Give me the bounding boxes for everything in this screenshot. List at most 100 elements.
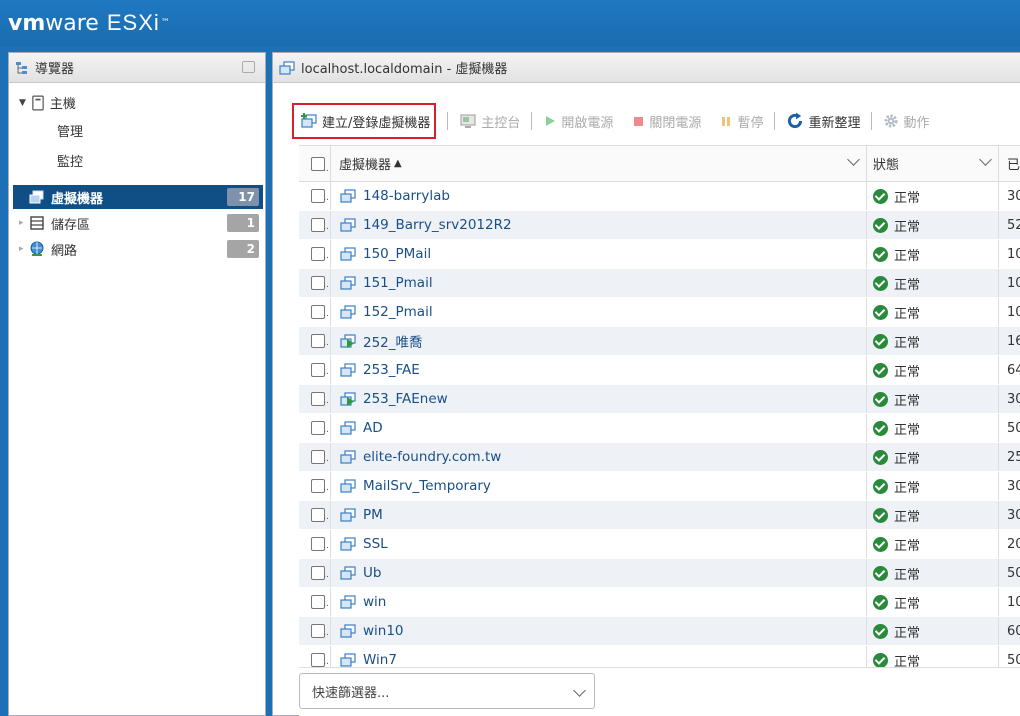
power-on-button[interactable]: 開啟電源 [543, 107, 613, 135]
truncation-dots: .. [323, 193, 329, 203]
table-row[interactable]: .. 253_FAEnew 正常 30 [299, 385, 1020, 414]
toolbar: 建立/登錄虛擬機器 主控台 開啟電源 關閉電源 暫停 重新整理 動作 [291, 103, 1020, 139]
nav-host-label: 主機 [49, 97, 76, 112]
table-row[interactable]: .. 151_Pmail 正常 10 [299, 269, 1020, 298]
table-row[interactable]: .. 149_Barry_srv2012R2 正常 52 [299, 211, 1020, 240]
status-ok-icon [873, 565, 888, 581]
table-row[interactable]: .. 252_唯喬 正常 16 [299, 327, 1020, 356]
vm-name-link[interactable]: 148-barrylab [363, 188, 450, 204]
vm-state-cell: 正常 [867, 211, 999, 239]
expand-triangle-icon[interactable]: ▸ [19, 218, 24, 228]
nav-item-vms[interactable]: 虛擬機器 17 [13, 185, 263, 209]
vm-state-cell: 正常 [867, 269, 999, 297]
truncation-dots: .. [323, 425, 329, 435]
vm-name-link[interactable]: SSL [363, 536, 388, 552]
column-header-vm[interactable]: 虛擬機器 ▲ [331, 146, 867, 181]
refresh-button[interactable]: 重新整理 [786, 107, 860, 135]
vm-used-cell: 50 [999, 414, 1020, 442]
vm-used-value: 30 [1007, 391, 1020, 407]
vm-name-link[interactable]: 150_PMail [363, 246, 431, 262]
table-row[interactable]: .. win 正常 10 [299, 588, 1020, 617]
table-row[interactable]: .. AD 正常 50 [299, 414, 1020, 443]
vm-used-value: 60 [1007, 623, 1020, 639]
table-row[interactable]: .. MailSrv_Temporary 正常 30 [299, 472, 1020, 501]
vm-icon [339, 565, 357, 581]
quick-filter-select[interactable]: 快速篩選器... [299, 673, 595, 709]
vm-used-cell: 20 [999, 530, 1020, 558]
power-off-button[interactable]: 關閉電源 [631, 107, 701, 135]
vm-name-link[interactable]: Ub [363, 565, 381, 581]
console-button[interactable]: 主控台 [459, 107, 520, 135]
create-register-vm-button[interactable]: 建立/登錄虛擬機器 [292, 103, 437, 139]
nav-manage[interactable]: 管理 [57, 121, 83, 140]
vm-name-link[interactable]: 149_Barry_srv2012R2 [363, 217, 512, 233]
vm-name-cell: 148-barrylab [331, 182, 867, 210]
vm-state-label: 正常 [894, 625, 921, 641]
nav-item-storage[interactable]: ▸ 儲存區 1 [13, 211, 263, 235]
table-row[interactable]: .. 253_FAE 正常 64 [299, 356, 1020, 385]
table-row[interactable]: .. SSL 正常 20 [299, 530, 1020, 559]
vm-state-label: 正常 [894, 509, 921, 525]
suspend-button[interactable]: 暫停 [719, 107, 763, 135]
table-row[interactable]: .. Ub 正常 50 [299, 559, 1020, 588]
vm-name-link[interactable]: MailSrv_Temporary [363, 478, 491, 494]
row-checkbox-cell: .. [299, 443, 331, 471]
select-all-cell: .. [299, 146, 331, 181]
status-ok-icon [873, 652, 888, 667]
chevron-down-icon[interactable] [847, 153, 860, 166]
nav-host[interactable]: ▼ 主機 [19, 93, 76, 112]
table-row[interactable]: .. 148-barrylab 正常 30 [299, 182, 1020, 211]
chevron-down-icon [573, 684, 586, 697]
navigator-header: 導覽器 [9, 53, 265, 83]
vm-name-link[interactable]: 152_Pmail [363, 304, 433, 320]
table-row[interactable]: .. PM 正常 30 [299, 501, 1020, 530]
vm-name-link[interactable]: win10 [363, 623, 404, 639]
vm-used-value: 50 [1007, 652, 1020, 668]
nav-item-network[interactable]: ▸ 網路 2 [13, 237, 263, 261]
vm-name-link[interactable]: 252_唯喬 [363, 331, 423, 351]
expand-triangle-icon[interactable]: ▼ [19, 98, 26, 108]
vm-name-cell: win10 [331, 617, 867, 645]
vm-used-cell: 16 [999, 327, 1020, 355]
truncation-dots: .. [323, 483, 329, 493]
vm-used-value: 52 [1007, 217, 1020, 233]
table-row[interactable]: .. 152_Pmail 正常 10 [299, 298, 1020, 327]
vm-name-link[interactable]: 253_FAEnew [363, 391, 448, 407]
storage-icon [30, 216, 44, 230]
vm-icon [29, 190, 44, 204]
vm-name-cell: 149_Barry_srv2012R2 [331, 211, 867, 239]
table-body: .. 148-barrylab 正常 30 .. 149_Barry_srv20… [299, 182, 1020, 667]
vm-icon [339, 420, 357, 436]
vm-name-link[interactable]: 253_FAE [363, 362, 420, 378]
status-ok-icon [873, 304, 888, 320]
navigator-icon [16, 61, 27, 74]
table-row[interactable]: .. 150_PMail 正常 10 [299, 240, 1020, 269]
expand-triangle-icon[interactable]: ▸ [19, 244, 24, 254]
vm-name-link[interactable]: Win7 [363, 652, 397, 667]
table-row[interactable]: .. Win7 正常 50 [299, 646, 1020, 667]
vm-powered-on-icon [339, 333, 357, 349]
vm-used-cell: 10 [999, 269, 1020, 297]
vm-state-label: 正常 [894, 248, 921, 264]
table-row[interactable]: .. win10 正常 60 [299, 617, 1020, 646]
actions-button[interactable]: 動作 [883, 107, 929, 135]
table-row[interactable]: .. elite-foundry.com.tw 正常 25 [299, 443, 1020, 472]
vm-name-link[interactable]: win [363, 594, 386, 610]
main-header: localhost.localdomain - 虛擬機器 [273, 53, 1020, 83]
status-ok-icon [873, 362, 888, 378]
vm-name-cell: PM [331, 501, 867, 529]
collapse-navigator-icon[interactable] [242, 61, 255, 73]
vm-name-link[interactable]: PM [363, 507, 383, 523]
vm-name-link[interactable]: elite-foundry.com.tw [363, 449, 501, 465]
vm-used-value: 25 [1007, 449, 1020, 465]
nav-monitor[interactable]: 監控 [57, 151, 83, 170]
column-header-state[interactable]: 狀態 [867, 146, 999, 181]
vm-icon [339, 536, 357, 552]
column-header-used[interactable]: 已 [999, 146, 1020, 181]
chevron-down-icon[interactable] [979, 153, 992, 166]
gear-icon [883, 113, 899, 129]
column-header-used-label: 已 [1007, 158, 1020, 173]
vm-name-link[interactable]: 151_Pmail [363, 275, 433, 291]
vm-name-link[interactable]: AD [363, 420, 383, 436]
truncation-dots: .. [323, 454, 329, 464]
